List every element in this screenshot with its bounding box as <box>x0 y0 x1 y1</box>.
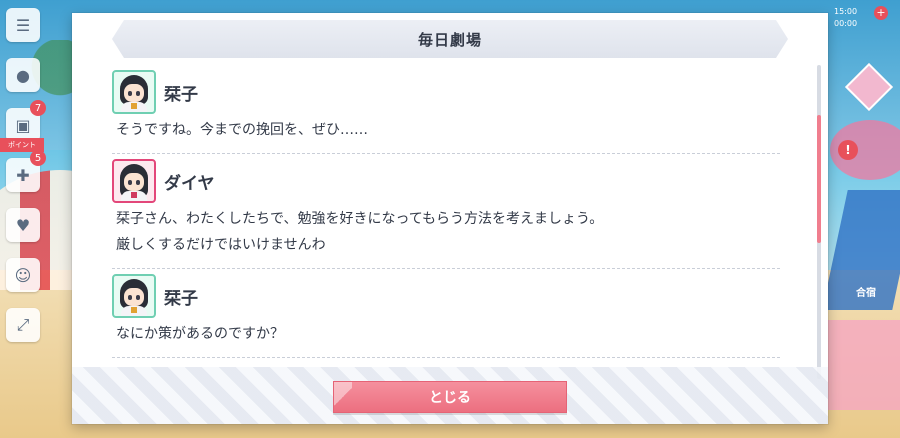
conversation-entry: 栞子 そうですね。今までの挽回を、ぜひ…… <box>112 65 780 154</box>
conversation-log[interactable]: 栞子 そうですね。今までの挽回を、ぜひ…… ダイヤ 栞子さん、わたくしたちで、勉… <box>112 65 780 373</box>
conversation-entry: ダイヤ 栞子さん、わたくしたちで、勉強を好きになってもらう方法を考えましょう。 … <box>112 154 780 269</box>
right-hud: 15:00 00:00 + ! 合宿 <box>826 0 900 438</box>
alert-icon: ! <box>838 140 858 160</box>
dia-avatar <box>112 159 156 203</box>
dialog-title-bar: 毎日劇場 <box>112 20 788 58</box>
heart-button[interactable]: ♥ <box>6 208 40 242</box>
speaker-name: ダイヤ <box>164 173 215 194</box>
status-line-2: 00:00 <box>834 19 858 28</box>
chat-icon: ● <box>16 65 30 85</box>
present-badge: 7 <box>30 100 46 116</box>
add-button[interactable]: + <box>874 6 888 20</box>
close-button[interactable]: とじる <box>333 381 567 413</box>
shioriko-avatar <box>112 274 156 318</box>
dialog-title: 毎日劇場 <box>417 30 482 49</box>
present-icon: ▣ <box>15 115 31 135</box>
status-line-1: 15:00 <box>834 7 858 16</box>
speaker-name: 栞子 <box>164 84 198 105</box>
gift-badge: 5 <box>30 150 46 166</box>
left-hud: ☰ ● ▣ 7 ✚ 5 ♥ ☺ ⤢ <box>6 8 46 358</box>
heart-icon: ♥ <box>15 215 31 235</box>
scrollbar[interactable] <box>817 65 821 379</box>
present-button[interactable]: ▣ 7 <box>6 100 46 142</box>
entry-header: 栞子 <box>112 69 780 115</box>
shioriko-avatar <box>112 70 156 114</box>
gift-button[interactable]: ✚ 5 <box>6 150 46 192</box>
daily-theater-dialog: 毎日劇場 栞子 そうですね。今までの挽回を、ぜひ…… ダイヤ 栞子さん、わたくし… <box>72 13 828 424</box>
camp-label[interactable]: 合宿 <box>856 284 876 299</box>
fullscreen-button[interactable]: ⤢ <box>6 308 40 342</box>
dialogue-line: そうですね。今までの挽回を、ぜひ…… <box>116 122 368 138</box>
chat-button[interactable]: ● <box>6 58 40 92</box>
gift-icon: ✚ <box>16 165 30 185</box>
status-readout: 15:00 00:00 <box>834 6 857 30</box>
profile-button[interactable]: ☺ <box>6 258 40 292</box>
person-icon: ☺ <box>14 265 32 285</box>
dialogue-line: なにか策があるのですか？ <box>116 326 284 342</box>
dialogue-line: 厳しくするだけではいけませんわ <box>116 237 326 253</box>
menu-icon: ☰ <box>15 15 31 35</box>
expand-icon: ⤢ <box>16 315 30 334</box>
event-diamond-icon[interactable] <box>844 62 894 112</box>
entry-header: ダイヤ <box>112 158 780 204</box>
menu-button[interactable]: ☰ <box>6 8 40 42</box>
scrollbar-thumb[interactable] <box>817 115 821 243</box>
speaker-name: 栞子 <box>164 288 198 309</box>
points-ribbon: ポイント <box>0 138 44 152</box>
entry-header: 栞子 <box>112 273 780 319</box>
dialogue-line: 栞子さん、わたくしたちで、勉強を好きになってもらう方法を考えましょう。 <box>116 211 604 227</box>
conversation-entry: 栞子 なにか策があるのですか？ <box>112 269 780 358</box>
